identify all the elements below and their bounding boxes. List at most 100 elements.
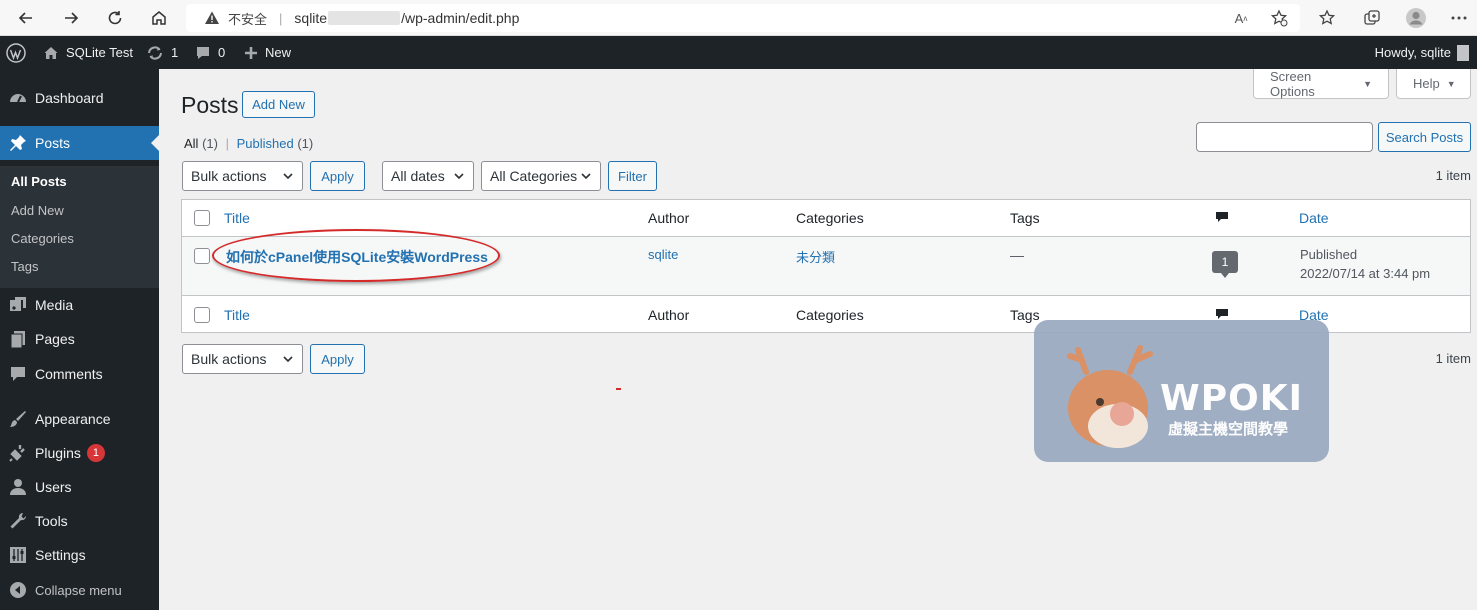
collections-icon[interactable] <box>1361 7 1383 29</box>
add-favorite-icon[interactable] <box>1270 9 1288 27</box>
url-prefix: sqlite <box>294 10 328 26</box>
menu-settings[interactable]: Settings <box>0 538 159 572</box>
menu-media[interactable]: Media <box>0 288 159 322</box>
menu-tools-label: Tools <box>35 513 68 529</box>
table-header-row: Title Author Categories Tags Date <box>182 200 1470 236</box>
menu-plugins[interactable]: Plugins 1 <box>0 436 159 470</box>
post-title-link[interactable]: 如何於cPanel使用SQLite安裝WordPress <box>226 247 488 267</box>
menu-plugins-label: Plugins <box>35 445 81 461</box>
menu-collapse-label: Collapse menu <box>35 582 122 598</box>
filter-button[interactable]: Filter <box>608 161 657 191</box>
menu-appearance[interactable]: Appearance <box>0 402 159 436</box>
row-checkbox[interactable] <box>194 248 210 264</box>
column-tags-footer: Tags <box>1010 307 1040 323</box>
address-separator: | <box>279 10 283 26</box>
apply-button-bottom[interactable]: Apply <box>310 344 365 374</box>
address-bar[interactable]: 不安全 | sqlite /wp-admin/edit.php Aʌ <box>186 4 1300 32</box>
search-posts-input[interactable] <box>1196 122 1373 152</box>
active-indicator <box>151 135 159 151</box>
wp-admin-bar: SQLite Test 1 0 New Howdy, sqlite <box>0 36 1477 69</box>
watermark-title: WPOKI <box>1160 378 1303 419</box>
updates-count: 1 <box>171 45 179 60</box>
screen-options-button[interactable]: Screen Options ▼ <box>1253 69 1389 99</box>
url-text: sqlite /wp-admin/edit.php <box>294 10 519 26</box>
menu-posts-label: Posts <box>35 135 71 151</box>
post-author-link[interactable]: sqlite <box>648 247 678 262</box>
filter-published-label: Published <box>236 136 294 151</box>
menu-posts[interactable]: Posts <box>0 126 159 160</box>
submenu-categories[interactable]: Categories <box>11 231 74 246</box>
new-content-link[interactable]: New <box>244 36 291 69</box>
menu-users[interactable]: Users <box>0 470 159 504</box>
settings-sliders-icon <box>8 545 28 565</box>
post-comment-count-bubble[interactable]: 1 <box>1212 251 1238 278</box>
comments-column-icon[interactable] <box>1215 211 1229 223</box>
bulk-actions-select-top[interactable]: Bulk actions <box>182 161 303 191</box>
comments-column-icon-footer[interactable] <box>1215 308 1229 320</box>
menu-collapse[interactable]: Collapse menu <box>0 573 159 607</box>
profile-avatar-icon[interactable] <box>1405 7 1427 29</box>
forward-icon[interactable] <box>59 6 83 30</box>
updates-icon <box>146 45 164 61</box>
post-category-link[interactable]: 未分類 <box>796 247 835 266</box>
menu-comments-label: Comments <box>35 366 103 382</box>
submenu-all-posts[interactable]: All Posts <box>11 174 67 189</box>
column-date-sort[interactable]: Date <box>1299 210 1329 226</box>
date-filter-select[interactable]: All dates <box>382 161 474 191</box>
chevron-down-icon <box>454 173 464 180</box>
menu-tools[interactable]: Tools <box>0 504 159 538</box>
menu-dashboard[interactable]: Dashboard <box>0 81 159 115</box>
menu-media-label: Media <box>35 297 74 313</box>
plugins-update-badge: 1 <box>86 444 105 462</box>
bulk-actions-select-bottom[interactable]: Bulk actions <box>182 344 303 374</box>
more-menu-icon[interactable] <box>1448 7 1470 29</box>
filter-published[interactable]: Published (1) <box>237 136 314 151</box>
menu-pages[interactable]: Pages <box>0 322 159 356</box>
submenu-tags[interactable]: Tags <box>11 259 38 274</box>
menu-users-label: Users <box>35 479 72 495</box>
pushpin-icon <box>8 133 28 153</box>
account-avatar <box>1457 44 1469 61</box>
paintbrush-icon <box>8 409 28 429</box>
menu-appearance-label: Appearance <box>35 411 111 427</box>
column-categories: Categories <box>796 210 864 226</box>
wordpress-logo-icon[interactable] <box>6 36 26 69</box>
column-title-sort-footer[interactable]: Title <box>224 307 250 323</box>
home-icon[interactable] <box>147 6 171 30</box>
menu-pages-label: Pages <box>35 331 75 347</box>
help-button[interactable]: Help ▼ <box>1396 69 1471 99</box>
filter-all-count: (1) <box>202 136 218 151</box>
select-all-checkbox-footer[interactable] <box>194 307 210 323</box>
posts-table: Title Author Categories Tags Date 如何於cPa… <box>181 199 1471 333</box>
column-author-footer: Author <box>648 307 690 323</box>
column-title-sort[interactable]: Title <box>224 210 250 226</box>
browser-toolbar: 不安全 | sqlite /wp-admin/edit.php Aʌ <box>0 0 1477 36</box>
favorites-icon[interactable] <box>1316 7 1338 29</box>
comments-link[interactable]: 0 <box>195 36 225 69</box>
site-name-link[interactable]: SQLite Test <box>43 36 133 69</box>
read-aloud-icon[interactable]: Aʌ <box>1232 9 1250 27</box>
plus-icon <box>244 46 258 60</box>
status-filter-links: All (1) | Published (1) <box>184 136 313 151</box>
page-title: Posts <box>181 92 239 118</box>
updates-link[interactable]: 1 <box>146 36 178 69</box>
refresh-icon[interactable] <box>103 6 127 30</box>
add-new-button[interactable]: Add New <box>242 91 315 118</box>
search-posts-button[interactable]: Search Posts <box>1378 122 1471 152</box>
back-icon[interactable] <box>14 6 38 30</box>
menu-comments[interactable]: Comments <box>0 357 159 391</box>
bulk-actions-value: Bulk actions <box>191 168 267 184</box>
howdy-account-link[interactable]: Howdy, sqlite <box>1375 36 1469 69</box>
url-suffix: /wp-admin/edit.php <box>401 10 520 26</box>
help-label: Help <box>1413 76 1440 91</box>
apply-button-top[interactable]: Apply <box>310 161 365 191</box>
select-all-checkbox[interactable] <box>194 210 210 226</box>
comments-count: 0 <box>218 45 226 60</box>
dashboard-gauge-icon <box>8 88 28 108</box>
submenu-add-new[interactable]: Add New <box>11 203 64 218</box>
category-filter-select[interactable]: All Categories <box>481 161 601 191</box>
house-icon <box>43 45 59 61</box>
filter-all[interactable]: All (1) <box>184 136 218 151</box>
user-icon <box>8 477 28 497</box>
comment-bubble-icon <box>195 45 211 61</box>
